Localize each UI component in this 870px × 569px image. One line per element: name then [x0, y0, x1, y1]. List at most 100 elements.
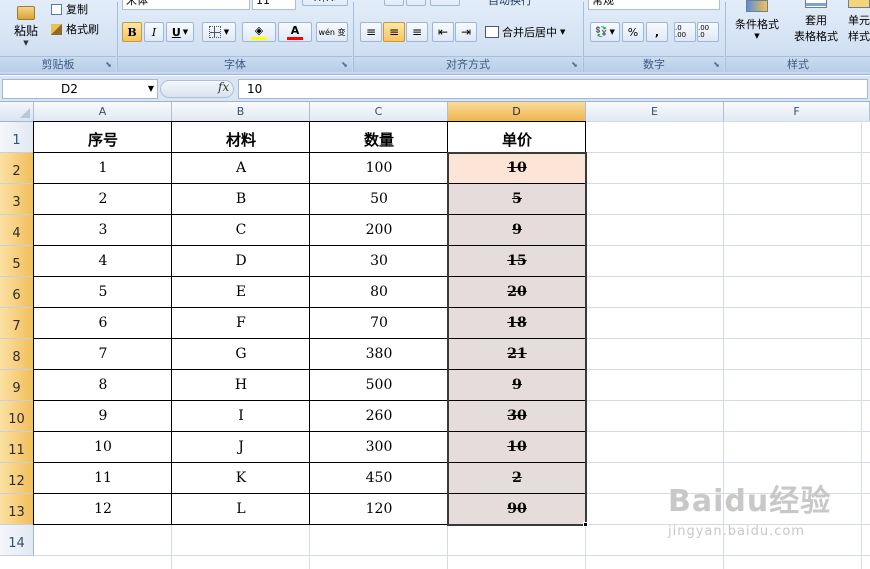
orientation-button[interactable]: [430, 0, 460, 6]
cell-b8[interactable]: G: [172, 346, 310, 362]
row-header-4[interactable]: 4: [0, 215, 34, 246]
row-header-2[interactable]: 2: [0, 153, 34, 184]
cell-b4[interactable]: C: [172, 222, 310, 238]
name-box[interactable]: D2 ▼: [2, 79, 158, 99]
cell-a6[interactable]: 5: [34, 284, 172, 300]
cell-a7[interactable]: 6: [34, 315, 172, 331]
cell-a5[interactable]: 4: [34, 253, 172, 269]
cell-a12[interactable]: 11: [34, 470, 172, 486]
row-header-6[interactable]: 6: [0, 277, 34, 308]
wrap-text-button[interactable]: 自动换行: [488, 0, 532, 8]
select-all-button[interactable]: [0, 102, 34, 122]
row-header-13[interactable]: 13: [0, 494, 34, 525]
cell-a2[interactable]: 1: [34, 160, 172, 176]
cell-c11[interactable]: 300: [310, 439, 448, 455]
cell-c13[interactable]: 120: [310, 501, 448, 517]
column-header-e[interactable]: E: [586, 102, 724, 122]
decrease-indent-button[interactable]: ⇤: [432, 22, 454, 42]
cell-a13[interactable]: 12: [34, 501, 172, 517]
column-header-d[interactable]: D: [448, 102, 586, 122]
dialog-launcher-icon[interactable]: ⬊: [712, 60, 721, 69]
borders-button[interactable]: ▼: [202, 22, 236, 42]
row-header-14[interactable]: 14: [0, 525, 34, 556]
cell-a10[interactable]: 9: [34, 408, 172, 424]
middle-align-button[interactable]: [406, 0, 426, 6]
cell-b3[interactable]: B: [172, 191, 310, 207]
fill-handle[interactable]: [583, 522, 588, 527]
row-header-11[interactable]: 11: [0, 432, 34, 463]
column-header-a[interactable]: A: [34, 102, 172, 122]
currency-button[interactable]: 💱 ▼: [590, 22, 620, 42]
cell-styles-button[interactable]: 单元 样式: [844, 0, 870, 46]
insert-function-icon[interactable]: fx: [218, 80, 229, 94]
dialog-launcher-icon[interactable]: ⬊: [104, 60, 113, 69]
column-header-b[interactable]: B: [172, 102, 310, 122]
grow-font-button[interactable]: A+ A-: [302, 0, 348, 6]
merge-center-button[interactable]: 合并后居中 ▼: [484, 22, 578, 42]
cell-c12[interactable]: 450: [310, 470, 448, 486]
format-as-table-button[interactable]: 套用 表格格式: [788, 0, 844, 46]
row-header-9[interactable]: 9: [0, 370, 34, 401]
cell-c6[interactable]: 80: [310, 284, 448, 300]
percent-button[interactable]: %: [622, 22, 644, 42]
cell-b9[interactable]: H: [172, 377, 310, 393]
align-right-button[interactable]: ≡: [406, 22, 428, 42]
cell-c7[interactable]: 70: [310, 315, 448, 331]
phonetic-button[interactable]: wén 变: [316, 22, 348, 42]
cell-b2[interactable]: A: [172, 160, 310, 176]
row-header-12[interactable]: 12: [0, 463, 34, 494]
row-header-10[interactable]: 10: [0, 401, 34, 432]
header-cell-a[interactable]: 序号: [34, 129, 172, 150]
dialog-launcher-icon[interactable]: ⬊: [340, 60, 349, 69]
formula-input[interactable]: 10: [238, 79, 868, 99]
italic-button[interactable]: I: [144, 22, 164, 42]
cell-c2[interactable]: 100: [310, 160, 448, 176]
worksheet-grid[interactable]: A B C D E F 1 2 3 4 5 6 7 8 9 10 11 12 13 14 序号 材料 数量 单价…: [0, 102, 870, 569]
row-header-7[interactable]: 7: [0, 308, 34, 339]
copy-button[interactable]: 复制: [50, 0, 110, 18]
column-header-f[interactable]: F: [724, 102, 870, 122]
font-name-field[interactable]: 宋体: [122, 0, 250, 10]
comma-button[interactable]: ,: [646, 22, 668, 42]
cell-a3[interactable]: 2: [34, 191, 172, 207]
dialog-launcher-icon[interactable]: ⬊: [570, 60, 579, 69]
row-header-3[interactable]: 3: [0, 184, 34, 215]
header-cell-c[interactable]: 数量: [310, 129, 448, 150]
cell-a11[interactable]: 10: [34, 439, 172, 455]
row-header-5[interactable]: 5: [0, 246, 34, 277]
fill-color-button[interactable]: ◈: [242, 22, 276, 42]
cell-c5[interactable]: 30: [310, 253, 448, 269]
cell-c4[interactable]: 200: [310, 222, 448, 238]
increase-indent-button[interactable]: ⇥: [455, 22, 477, 42]
cell-b10[interactable]: I: [172, 408, 310, 424]
align-center-button[interactable]: ≡: [383, 22, 405, 42]
font-size-field[interactable]: 11: [252, 0, 296, 10]
header-cell-b[interactable]: 材料: [172, 129, 310, 150]
font-color-button[interactable]: A: [278, 22, 312, 42]
decrease-decimal-button[interactable]: .00 .0: [697, 22, 719, 42]
cell-c9[interactable]: 500: [310, 377, 448, 393]
row-header-1[interactable]: 1: [0, 122, 34, 153]
top-align-button[interactable]: [384, 0, 404, 6]
paste-button[interactable]: 粘贴 ▼: [4, 2, 48, 50]
cell-c10[interactable]: 260: [310, 408, 448, 424]
cell-c3[interactable]: 50: [310, 191, 448, 207]
cell-b12[interactable]: K: [172, 470, 310, 486]
underline-button[interactable]: U ▼: [166, 22, 194, 42]
number-format-field[interactable]: 常规: [588, 0, 720, 10]
bold-button[interactable]: B: [122, 22, 142, 42]
format-painter-button[interactable]: 格式刷: [50, 20, 112, 38]
cell-b7[interactable]: F: [172, 315, 310, 331]
cell-b6[interactable]: E: [172, 284, 310, 300]
conditional-format-button[interactable]: 条件格式 ▼: [728, 0, 786, 46]
align-left-button[interactable]: ≡: [360, 22, 382, 42]
header-cell-d[interactable]: 单价: [448, 129, 586, 150]
cell-a8[interactable]: 7: [34, 346, 172, 362]
cell-b13[interactable]: L: [172, 501, 310, 517]
column-header-c[interactable]: C: [310, 102, 448, 122]
cell-b5[interactable]: D: [172, 253, 310, 269]
cell-a9[interactable]: 8: [34, 377, 172, 393]
chevron-down-icon[interactable]: ▼: [148, 80, 154, 98]
cell-b11[interactable]: J: [172, 439, 310, 455]
row-header-8[interactable]: 8: [0, 339, 34, 370]
